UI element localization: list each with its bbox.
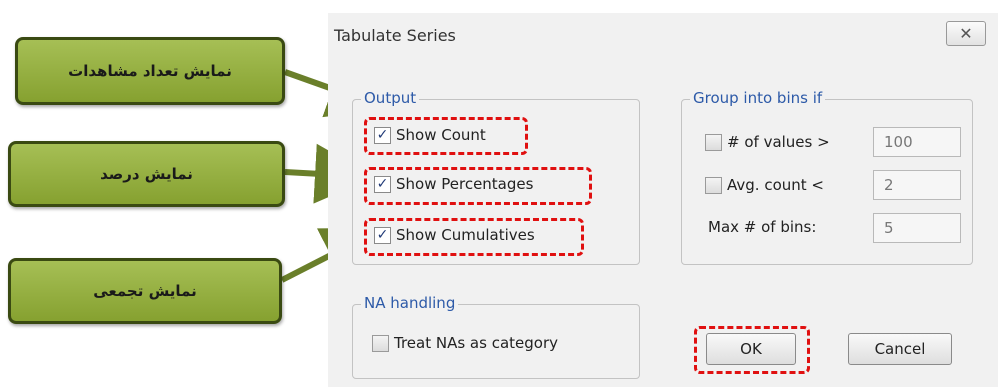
treat-na-checkbox[interactable]: Treat NAs as category [372,331,558,355]
avg-count-label: Avg. count < [727,176,824,194]
highlight-show-count [364,117,528,155]
treat-na-label: Treat NAs as category [394,334,558,352]
close-icon: ✕ [959,24,973,43]
checkbox-unchecked-icon [705,176,722,194]
callout-show-cumulative: نمایش تجمعی [8,258,282,324]
callout-show-percent: نمایش درصد [8,141,285,207]
output-legend: Output [361,89,420,107]
tabulate-series-dialog: Tabulate Series ✕ Output ✓ Show Count ✓ … [328,13,998,387]
avg-count-checkbox[interactable]: Avg. count < [705,173,824,197]
close-button[interactable]: ✕ [946,21,986,46]
checkbox-unchecked-icon [705,133,722,151]
avg-count-input[interactable]: 2 [873,170,961,200]
num-values-checkbox[interactable]: # of values > [705,130,830,154]
highlight-show-percentages [364,167,592,205]
cancel-button[interactable]: Cancel [848,333,952,365]
max-bins-input[interactable]: 5 [873,213,961,243]
na-legend: NA handling [361,294,459,312]
checkbox-unchecked-icon [372,334,389,352]
highlight-show-cumulatives [364,218,584,256]
num-values-label: # of values > [727,133,830,151]
highlight-ok-button [694,326,810,374]
max-bins-label: Max # of bins: [708,218,817,236]
num-values-input[interactable]: 100 [873,127,961,157]
bins-legend: Group into bins if [690,89,826,107]
dialog-title: Tabulate Series [334,26,456,45]
callout-show-count: نمایش تعداد مشاهدات [15,37,285,105]
